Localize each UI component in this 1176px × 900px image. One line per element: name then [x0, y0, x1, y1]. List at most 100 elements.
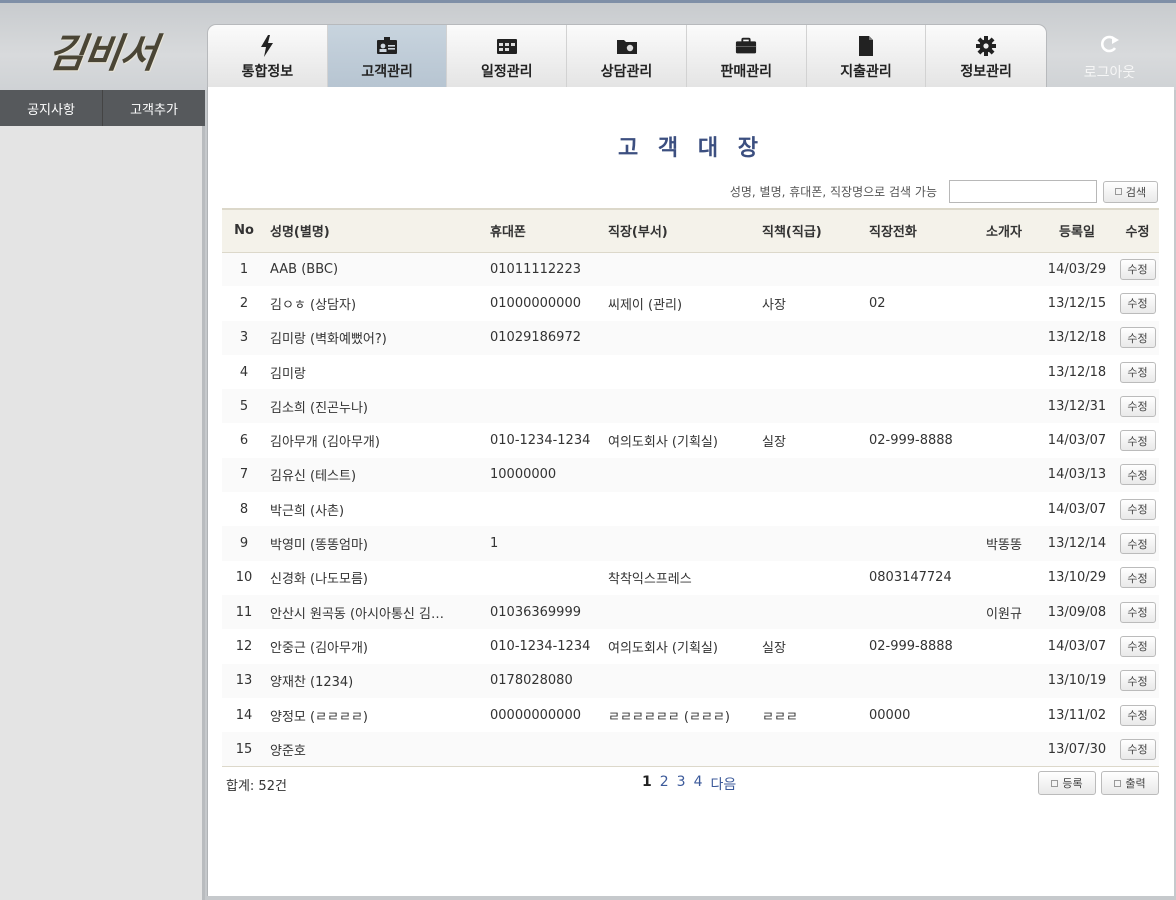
- search-input[interactable]: [949, 180, 1097, 203]
- table-row[interactable]: 4 김미랑 13/12/18 수정: [222, 355, 1159, 389]
- page-link-4[interactable]: 4: [694, 774, 703, 794]
- edit-button[interactable]: 수정: [1119, 601, 1156, 623]
- customer-name: AAB (BBC): [266, 252, 486, 287]
- search-button[interactable]: 검색: [1103, 180, 1158, 203]
- edit-button[interactable]: 수정: [1119, 738, 1156, 760]
- registered-date: 14/03/29: [1038, 252, 1116, 287]
- edit-button[interactable]: 수정: [1119, 258, 1156, 280]
- table-row[interactable]: 9 박영미 (똥똥엄마) 1 박똥똥 13/12/14 수정: [222, 526, 1159, 561]
- edit-button[interactable]: 수정: [1119, 635, 1156, 657]
- print-button-label: 출력: [1125, 777, 1146, 790]
- job-title: [758, 594, 865, 630]
- lightning-icon: [256, 35, 278, 57]
- registered-date: 14/03/07: [1047, 433, 1107, 449]
- edit-cell: 수정: [1116, 492, 1159, 526]
- edit-cell: 수정: [1116, 561, 1159, 595]
- page-link-3[interactable]: 3: [677, 774, 686, 794]
- edit-button[interactable]: 수정: [1119, 498, 1156, 520]
- registered-date: 13/09/08: [1038, 594, 1116, 630]
- subnav-notice[interactable]: 공지사항: [0, 90, 103, 126]
- page-link-1[interactable]: 1: [642, 774, 652, 794]
- table-row[interactable]: 12 안중근 (김아무개) 010-1234-1234 여의도회사 (기획실) 실장 02…: [222, 629, 1159, 663]
- mobile-phone: [486, 492, 604, 526]
- job-title: [758, 320, 865, 355]
- table-row[interactable]: 7 김유신 (테스트) 10000000 14/03/13 수정: [222, 457, 1159, 493]
- tab-label: 정보관리: [960, 64, 1012, 80]
- edit-button[interactable]: 수정: [1119, 327, 1156, 349]
- table-row[interactable]: 1 AAB (BBC) 01011112223 14/03/29 수정: [222, 252, 1159, 287]
- row-number: 14: [235, 707, 253, 723]
- job-title: [758, 663, 865, 698]
- work-phone: [865, 252, 970, 287]
- table-row[interactable]: 15 양준호 13/07/30 수정: [222, 732, 1159, 767]
- edit-button[interactable]: 수정: [1119, 430, 1156, 452]
- print-button[interactable]: 출력: [1101, 771, 1159, 795]
- referrer: [970, 561, 1038, 595]
- tab-label: 일정관리: [481, 64, 533, 80]
- table-row[interactable]: 2 김ㅇㅎ (상담자) 01000000000 씨제이 (관리) 사장 02 13/12/1…: [222, 286, 1159, 320]
- header-company: 직장(부서): [604, 208, 758, 253]
- referrer: [970, 457, 1038, 493]
- square-icon: [1114, 779, 1122, 787]
- work-phone: [865, 732, 970, 767]
- tab-sales-management[interactable]: 판매관리: [687, 25, 807, 90]
- customer-name: 김유신 (테스트): [266, 457, 486, 493]
- table-row[interactable]: 3 김미랑 (벽화예뻤어?) 01029186972 13/12/18 수정: [222, 320, 1159, 355]
- header-mobile: 휴대폰: [486, 208, 604, 253]
- company-department: [604, 457, 758, 493]
- customer-name: 신경화 (나도모름): [270, 572, 368, 588]
- tab-schedule-management[interactable]: 일정관리: [447, 25, 568, 90]
- footer-actions: 등록 출력: [1038, 771, 1159, 795]
- table-row[interactable]: 13 양재찬 (1234) 0178028080 13/10/19 수정: [222, 663, 1159, 698]
- header-position: 직책(직급): [758, 208, 865, 253]
- logout-button[interactable]: 로그아웃: [1049, 24, 1170, 90]
- header-work-phone: 직장전화: [865, 208, 970, 253]
- row-number: 5: [222, 389, 266, 424]
- edit-button[interactable]: 수정: [1119, 704, 1156, 726]
- table-row[interactable]: 5 김소희 (진곤누나) 13/12/31 수정: [222, 389, 1159, 424]
- customer-name: 박근희 (사촌): [270, 503, 345, 519]
- next-page-link[interactable]: 다음: [711, 774, 737, 794]
- company-department: [604, 732, 758, 767]
- edit-button[interactable]: 수정: [1119, 567, 1156, 589]
- edit-button[interactable]: 수정: [1119, 395, 1156, 417]
- calendar-icon: [496, 35, 518, 57]
- table-row[interactable]: 10 신경화 (나도모름) 착착익스프레스 0803147724 13/10/29 수정: [222, 561, 1159, 595]
- tab-info-management[interactable]: 정보관리: [926, 25, 1046, 90]
- page-title: 고 객 대 장: [618, 136, 764, 161]
- edit-cell: 수정: [1116, 355, 1159, 389]
- edit-button[interactable]: 수정: [1119, 464, 1156, 486]
- edit-button[interactable]: 수정: [1119, 361, 1156, 383]
- header-registered-date: 등록일: [1038, 208, 1116, 253]
- tab-integrated-info[interactable]: 통합정보: [208, 25, 328, 90]
- work-phone: [865, 526, 970, 561]
- edit-button[interactable]: 수정: [1119, 292, 1156, 314]
- customer-name: 양정모 (ㄹㄹㄹㄹ): [270, 709, 368, 725]
- table-row[interactable]: 14 양정모 (ㄹㄹㄹㄹ) 00000000000 ㄹㄹㄹㄹㄹㄹ (ㄹㄹㄹ) ㄹㄹㄹ 00…: [222, 698, 1159, 732]
- register-button[interactable]: 등록: [1038, 771, 1096, 795]
- sub-navigation: 공지사항 고객추가: [0, 90, 205, 126]
- header-edit: 수정: [1116, 208, 1159, 253]
- table-row[interactable]: 11 안산시 원곡동 (아시아통신 김… 01036369999 이원규 13/09/0…: [222, 594, 1159, 630]
- pagination: 1 2 3 4 다음: [642, 774, 736, 794]
- table-footer: 합계: 52건 1 2 3 4 다음 등록 출력: [222, 771, 1159, 795]
- logo[interactable]: 김비서: [0, 6, 205, 93]
- tab-consultation-management[interactable]: 상담관리: [567, 25, 687, 90]
- table-row[interactable]: 6 김아무개 (김아무개) 010-1234-1234 여의도회사 (기획실) 실장 02…: [222, 423, 1159, 457]
- job-title: [758, 355, 865, 389]
- job-title: [758, 526, 865, 561]
- logout-label: 로그아웃: [1083, 65, 1136, 81]
- referrer: [970, 629, 1038, 663]
- tab-customer-management[interactable]: 고객관리: [327, 25, 448, 90]
- page-link-2[interactable]: 2: [660, 774, 669, 794]
- edit-cell: 수정: [1116, 252, 1159, 287]
- edit-button[interactable]: 수정: [1119, 533, 1156, 555]
- referrer: [970, 252, 1038, 287]
- subnav-add-customer[interactable]: 고객추가: [103, 90, 205, 126]
- referrer: [970, 698, 1038, 732]
- customer-name: 양재찬 (1234): [266, 663, 486, 698]
- edit-button[interactable]: 수정: [1119, 670, 1156, 692]
- square-icon: [1051, 779, 1059, 787]
- table-row[interactable]: 8 박근희 (사촌) 14/03/07 수정: [222, 492, 1159, 526]
- tab-expense-management[interactable]: 지출관리: [807, 25, 927, 90]
